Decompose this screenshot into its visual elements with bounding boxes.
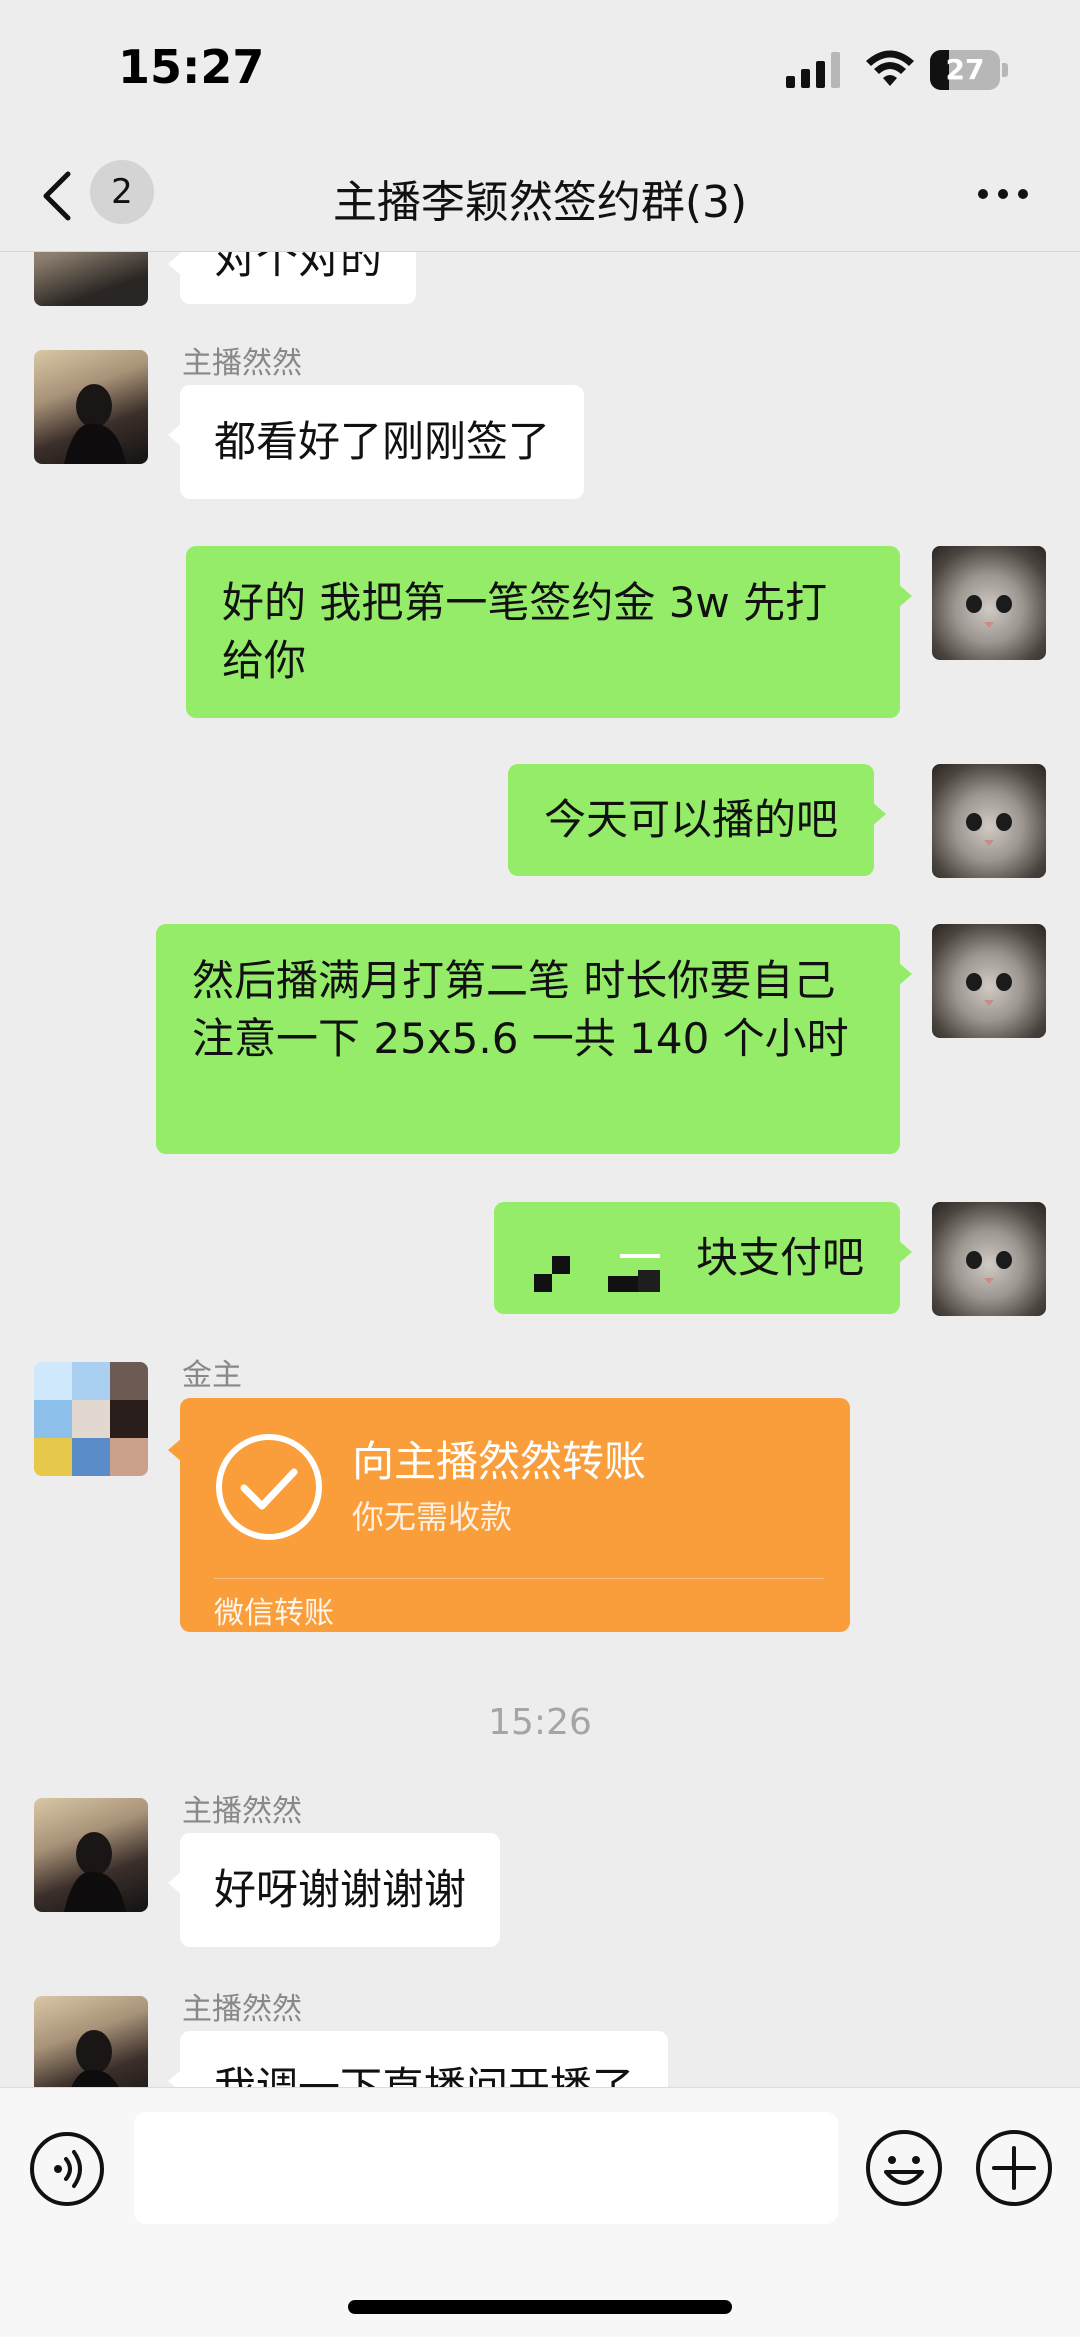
avatar[interactable] — [34, 350, 148, 464]
battery-icon: 27 — [930, 50, 1008, 90]
message-bubble[interactable]: 好的 我把第一笔签约金 3w 先打给你 — [186, 546, 912, 718]
plus-icon[interactable] — [974, 2128, 1054, 2208]
status-bar: 15:27 27 — [0, 0, 1080, 140]
unread-count-badge[interactable]: 2 — [90, 160, 154, 224]
voice-icon[interactable] — [28, 2130, 106, 2208]
time-divider: 15:26 — [488, 1702, 592, 1743]
signal-icon — [786, 52, 840, 88]
message-text: 好呀谢谢谢谢 — [214, 1865, 467, 1914]
emoji-icon[interactable] — [864, 2128, 944, 2208]
message-text: 我调一下直播间开播了 — [214, 2063, 634, 2087]
avatar[interactable] — [34, 1362, 148, 1476]
message-bubble[interactable]: 块支付吧 — [494, 1202, 912, 1314]
my-avatar[interactable] — [932, 764, 1046, 878]
home-indicator[interactable] — [348, 2300, 732, 2314]
chat-header: 2 主播李颖然签约群(3) — [0, 140, 1080, 252]
message-text: 都看好了刚刚签了 — [214, 417, 551, 466]
message-list[interactable]: 对个对的 主播然然 都看好了刚刚签了 好的 我把第一笔签约金 3w 先打给你 今… — [0, 252, 1080, 2087]
sender-name: 金主 — [182, 1358, 242, 1393]
avatar[interactable] — [34, 1798, 148, 1912]
checkmark-icon — [216, 1434, 322, 1540]
my-avatar[interactable] — [932, 924, 1046, 1038]
transfer-title: 向主播然然转账 — [352, 1437, 647, 1486]
sender-name: 主播然然 — [182, 1992, 302, 2027]
transfer-label: 微信转账 — [214, 1596, 334, 1631]
message-input[interactable] — [134, 2112, 838, 2224]
my-avatar[interactable] — [932, 1202, 1046, 1316]
message-bubble[interactable]: 今天可以播的吧 — [508, 764, 887, 876]
sender-name: 主播然然 — [182, 346, 302, 381]
message-text: 块支付吧 — [695, 1233, 864, 1282]
message-bubble[interactable]: 好呀谢谢谢谢 — [167, 1833, 501, 1947]
more-icon[interactable] — [975, 182, 1031, 206]
transfer-status: 你无需收款 — [352, 1498, 513, 1536]
message-bubble[interactable]: 都看好了刚刚签了 — [167, 385, 585, 499]
status-time: 15:27 — [118, 40, 265, 94]
message-bubble[interactable]: 我调一下直播间开播了 — [167, 2031, 669, 2087]
message-text: 今天可以播的吧 — [544, 795, 839, 844]
divider — [214, 1578, 824, 1579]
redaction-mosaic — [534, 1254, 660, 1292]
chat-title: 主播李颖然签约群(3) — [332, 177, 748, 228]
message-text: 对个对的 — [214, 252, 383, 283]
message-bubble[interactable]: 然后播满月打第二笔 时长你要自己注意一下 25x5.6 一共 140 个小时 — [156, 924, 912, 1154]
message-text: 好的 我把第一笔签约金 3w 先打给你 — [222, 578, 828, 685]
sender-name: 主播然然 — [182, 1794, 302, 1829]
wifi-icon — [866, 50, 914, 86]
message-text: 然后播满月打第二笔 时长你要自己注意一下 25x5.6 一共 140 个小时 — [192, 956, 849, 1063]
avatar[interactable] — [34, 1996, 148, 2087]
battery-level: 27 — [945, 53, 985, 86]
message-bubble[interactable]: 对个对的 — [167, 252, 417, 304]
avatar[interactable] — [34, 252, 148, 306]
my-avatar[interactable] — [932, 546, 1046, 660]
input-bar — [0, 2087, 1080, 2337]
transfer-card[interactable]: 向主播然然转账 你无需收款 微信转账 — [168, 1398, 850, 1632]
back-icon[interactable] — [38, 168, 78, 224]
